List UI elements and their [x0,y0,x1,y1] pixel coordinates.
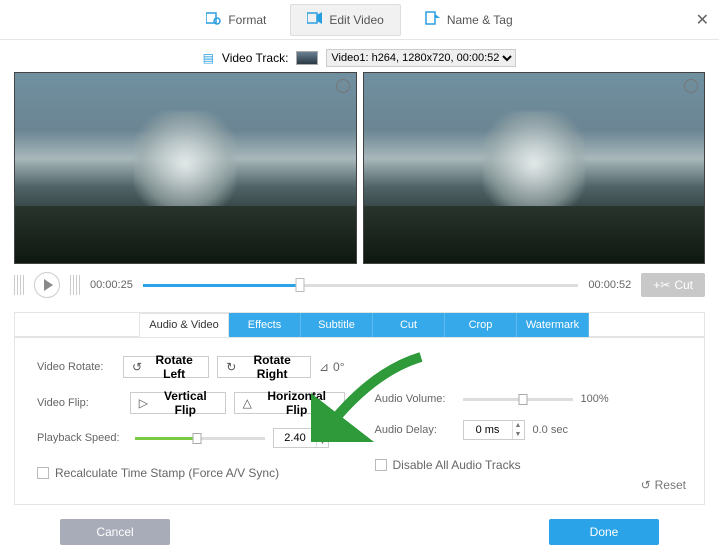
time-current: 00:00:25 [90,279,133,291]
chevron-up-icon[interactable]: ▲ [316,429,328,438]
video-track-select[interactable]: Video1: h264, 1280x720, 00:00:52 [326,49,516,67]
chevron-down-icon[interactable]: ▼ [512,430,524,439]
speed-suffix: x [337,432,343,444]
chevron-up-icon[interactable]: ▲ [512,421,524,430]
close-icon[interactable]: ✕ [696,10,709,30]
checkbox-box [37,467,49,479]
rotate-right-label: Rotate Right [242,353,302,381]
speed-slider[interactable] [135,431,265,445]
rotate-right-button[interactable]: ↻ Rotate Right [217,356,311,378]
delay-label: Audio Delay: [375,424,455,436]
sub-tab-bar: Audio & Video Effects Subtitle Cut Crop … [14,312,705,338]
name-tag-icon [425,11,441,29]
speed-input[interactable] [274,432,316,444]
format-icon [206,11,222,29]
speed-label: Playback Speed: [37,432,127,444]
vflip-icon: ▷ [139,396,148,410]
play-button[interactable] [34,272,60,298]
tab-format-label: Format [228,13,266,27]
subtab-cut[interactable]: Cut [373,313,445,337]
scissors-icon: +✂ [653,278,670,292]
subtab-watermark[interactable]: Watermark [517,313,589,337]
viewport-mark-icon: i [336,79,350,93]
tab-edit-video-label: Edit Video [329,13,384,27]
grip-icon[interactable] [70,275,80,295]
volume-slider[interactable] [463,392,573,406]
hflip-icon: △ [243,396,252,410]
timeline-row: 00:00:25 00:00:52 +✂ Cut [0,264,719,306]
volume-value: 100% [581,393,609,405]
tab-format[interactable]: Format [190,5,282,35]
angle-icon: ⊿ [319,360,329,374]
preview-area: ▷ Original Preview ⌕ i i [0,72,719,264]
reset-icon: ↺ [641,478,651,492]
angle-value: 0° [333,360,344,374]
subtab-effects[interactable]: Effects [229,313,301,337]
tab-name-tag-label: Name & Tag [447,13,513,27]
subtab-crop[interactable]: Crop [445,313,517,337]
cut-button[interactable]: +✂ Cut [641,273,705,297]
done-button[interactable]: Done [549,519,659,545]
delay-ms-spinner[interactable]: ▲▼ [463,420,525,440]
recalc-label: Recalculate Time Stamp (Force A/V Sync) [55,466,279,480]
cut-button-label: Cut [674,278,693,292]
tab-edit-video[interactable]: Edit Video [290,4,401,36]
delay-sec-value: 0.0 sec [533,424,568,436]
preview-viewport: i [363,72,706,264]
edit-video-icon [307,11,323,29]
checkbox-box [375,459,387,471]
timeline-slider[interactable] [143,280,579,290]
cancel-button[interactable]: Cancel [60,519,170,545]
volume-label: Audio Volume: [375,393,455,405]
rotate-right-icon: ↻ [226,360,236,374]
video-track-label: Video Track: [222,51,288,65]
disable-audio-checkbox[interactable]: Disable All Audio Tracks [375,458,521,472]
rotate-left-button[interactable]: ↺ Rotate Left [123,356,209,378]
vertical-flip-button[interactable]: ▷ Vertical Flip [130,392,226,414]
original-viewport: i [14,72,357,264]
top-tab-bar: Format Edit Video Name & Tag ✕ [0,0,719,40]
reset-button[interactable]: ↺ Reset [641,478,686,492]
speed-spinner[interactable]: ▲▼ [273,428,329,448]
settings-content: Video Rotate: ↺ Rotate Left ↻ Rotate Rig… [15,338,704,504]
time-total: 00:00:52 [588,279,631,291]
tab-name-tag[interactable]: Name & Tag [409,5,529,35]
settings-panel: Audio & Video Effects Subtitle Cut Crop … [14,312,705,505]
reset-label: Reset [655,478,686,492]
subtab-audio-video[interactable]: Audio & Video [139,313,229,337]
rotate-left-label: Rotate Left [148,353,200,381]
subtab-subtitle[interactable]: Subtitle [301,313,373,337]
delay-ms-input[interactable] [464,424,512,436]
disable-audio-label: Disable All Audio Tracks [393,458,521,472]
recalc-checkbox[interactable]: Recalculate Time Stamp (Force A/V Sync) [37,466,279,480]
chevron-down-icon[interactable]: ▼ [316,438,328,447]
grip-icon[interactable] [14,275,24,295]
angle-readout: ⊿ 0° [319,360,345,374]
track-thumbnail [296,51,318,65]
hflip-label: Horizontal Flip [258,389,336,417]
vflip-label: Vertical Flip [154,389,217,417]
rotate-label: Video Rotate: [37,361,115,373]
horizontal-flip-button[interactable]: △ Horizontal Flip [234,392,345,414]
footer-bar: Cancel Done [0,505,719,545]
viewport-mark-icon: i [684,79,698,93]
rotate-left-icon: ↺ [132,360,142,374]
track-icon: ▤ [203,51,214,65]
video-track-bar: ▤ Video Track: Video1: h264, 1280x720, 0… [0,46,719,70]
flip-label: Video Flip: [37,397,122,409]
